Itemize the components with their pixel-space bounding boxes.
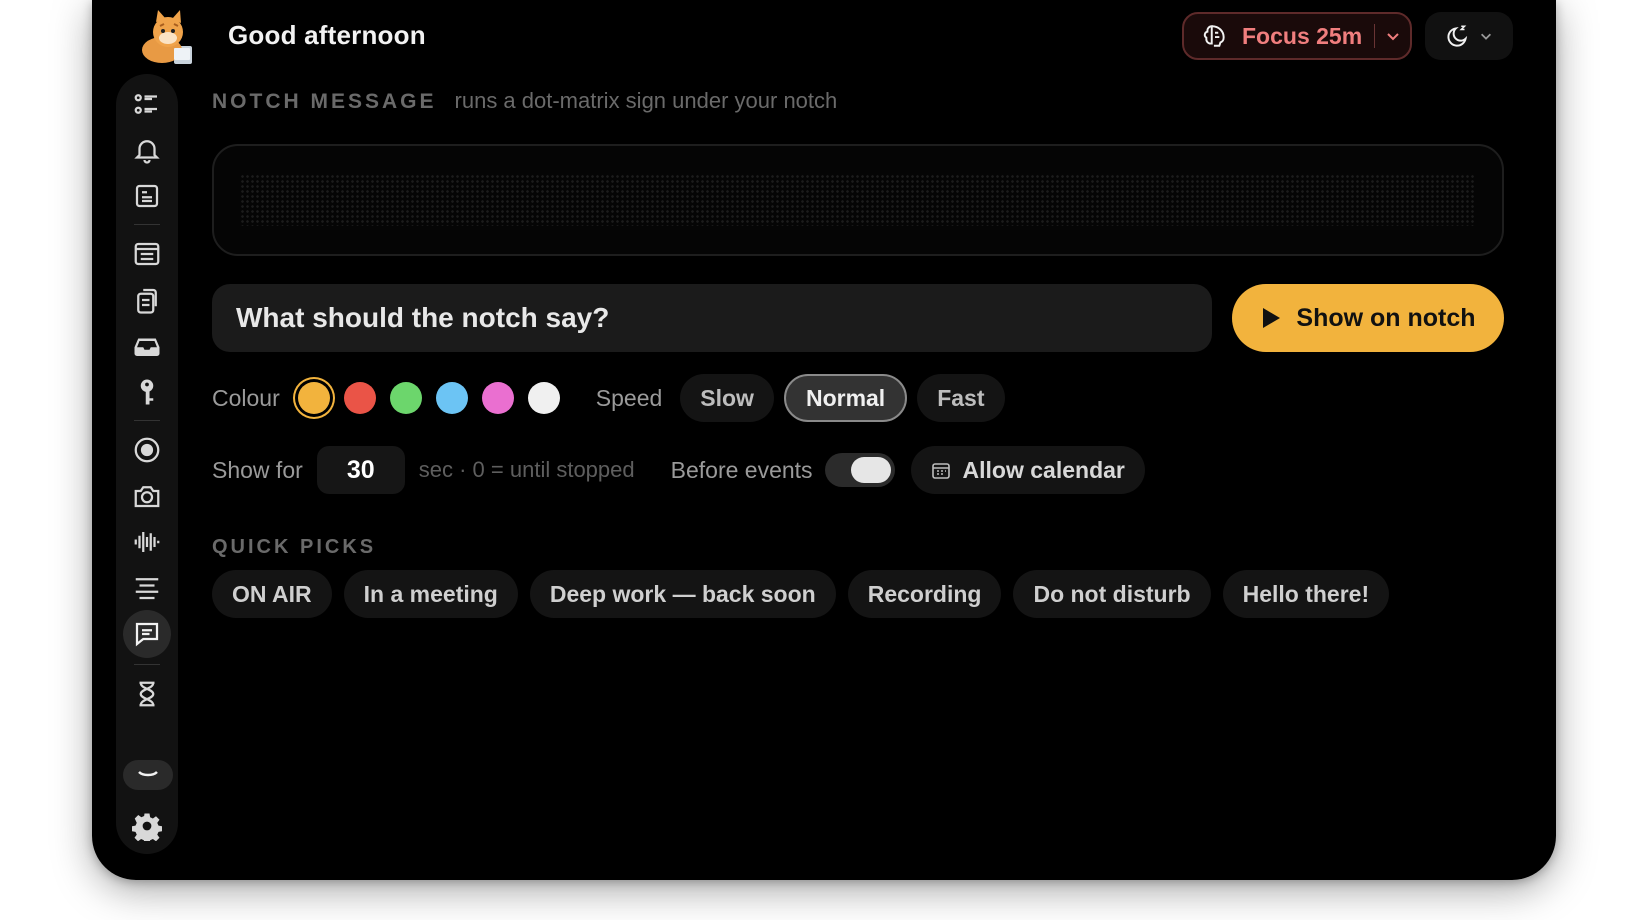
play-icon bbox=[1263, 308, 1281, 328]
sleep-mode-button[interactable] bbox=[1425, 12, 1513, 60]
section-subtitle: runs a dot-matrix sign under your notch bbox=[454, 88, 838, 113]
gear-icon bbox=[132, 813, 162, 841]
allow-calendar-button[interactable]: Allow calendar bbox=[910, 446, 1145, 494]
sidebar-item-keys[interactable] bbox=[123, 368, 171, 416]
section-header: NOTCH MESSAGE runs a dot-matrix sign und… bbox=[212, 88, 837, 114]
list-icon bbox=[134, 94, 157, 114]
hourglass-icon bbox=[139, 681, 155, 707]
divider bbox=[134, 420, 160, 421]
quick-pick-deep-work[interactable]: Deep work — back soon bbox=[529, 570, 836, 618]
colour-label: Colour bbox=[212, 384, 280, 411]
key-icon bbox=[140, 379, 154, 405]
greeting-title: Good afternoon bbox=[228, 20, 426, 50]
sidebar-item-checklist[interactable] bbox=[123, 80, 171, 128]
colour-swatch-red[interactable] bbox=[343, 382, 376, 414]
divider bbox=[134, 224, 160, 225]
show-on-notch-label: Show on notch bbox=[1296, 303, 1476, 332]
dot-matrix-grid bbox=[240, 174, 1476, 226]
quick-pick-on-air[interactable]: ON AIR bbox=[212, 570, 332, 618]
sidebar-item-record[interactable] bbox=[123, 426, 171, 474]
sidebar-item-camera[interactable] bbox=[123, 472, 171, 520]
waveform-icon bbox=[134, 532, 160, 552]
before-events-toggle[interactable] bbox=[824, 453, 895, 487]
quick-pick-hello[interactable]: Hello there! bbox=[1222, 570, 1390, 618]
sidebar-item-settings[interactable] bbox=[123, 802, 171, 850]
section-title: NOTCH MESSAGE bbox=[212, 90, 437, 113]
focus-button[interactable]: Focus 25m bbox=[1182, 12, 1412, 60]
note-icon bbox=[135, 184, 159, 208]
bell-icon bbox=[134, 140, 160, 164]
duration-input[interactable]: 30 bbox=[316, 446, 405, 494]
brain-icon bbox=[1203, 25, 1225, 47]
colour-speed-row: Colour Speed Slow Normal Fast bbox=[212, 374, 1005, 422]
colour-swatch-green[interactable] bbox=[389, 382, 422, 414]
quick-picks-title: QUICK PICKS bbox=[212, 536, 377, 558]
sidebar-item-articles[interactable] bbox=[123, 230, 171, 278]
speed-option-normal[interactable]: Normal bbox=[783, 374, 908, 422]
chevron-down-icon bbox=[1481, 33, 1491, 40]
quick-pick-recording[interactable]: Recording bbox=[847, 570, 1002, 618]
show-for-label: Show for bbox=[212, 456, 303, 483]
moon-icon bbox=[1447, 25, 1468, 47]
cat-avatar-icon bbox=[134, 10, 200, 66]
duration-hint: sec · 0 = until stopped bbox=[418, 457, 635, 482]
collapse-button[interactable] bbox=[123, 760, 173, 790]
sidebar-item-clipboard[interactable] bbox=[123, 276, 171, 324]
message-input[interactable] bbox=[212, 284, 1212, 352]
chevron-down-icon[interactable] bbox=[1385, 28, 1401, 44]
speed-option-slow[interactable]: Slow bbox=[680, 374, 774, 422]
colour-swatch-amber[interactable] bbox=[297, 382, 330, 414]
quick-pick-do-not-disturb[interactable]: Do not disturb bbox=[1013, 570, 1211, 618]
tray-icon bbox=[134, 338, 160, 356]
dot-matrix-preview bbox=[212, 144, 1504, 256]
sidebar-item-text[interactable] bbox=[123, 564, 171, 612]
copy-icon bbox=[137, 288, 157, 314]
before-events-label: Before events bbox=[670, 456, 813, 483]
divider bbox=[134, 664, 160, 665]
sidebar-item-timer[interactable] bbox=[123, 670, 171, 718]
camera-icon bbox=[134, 486, 160, 508]
sidebar-item-notifications[interactable] bbox=[123, 126, 171, 174]
colour-swatch-blue[interactable] bbox=[435, 382, 468, 414]
speed-option-fast[interactable]: Fast bbox=[917, 374, 1005, 422]
sidebar-item-audio[interactable] bbox=[123, 518, 171, 566]
sidebar-item-inbox[interactable] bbox=[123, 322, 171, 370]
show-on-notch-button[interactable]: Show on notch bbox=[1232, 284, 1504, 352]
focus-label: Focus 25m bbox=[1242, 22, 1363, 49]
toggle-knob bbox=[850, 457, 891, 483]
calendar-icon bbox=[931, 463, 950, 479]
allow-calendar-label: Allow calendar bbox=[962, 456, 1125, 483]
record-icon bbox=[134, 437, 160, 463]
chat-icon bbox=[135, 622, 159, 647]
text-lines-icon bbox=[135, 578, 159, 600]
divider bbox=[1374, 24, 1376, 48]
speed-label: Speed bbox=[595, 384, 663, 411]
show-for-row: Show for 30 sec · 0 = until stopped Befo… bbox=[212, 446, 1145, 494]
quick-picks-list: ON AIR In a meeting Deep work — back soo… bbox=[212, 570, 1390, 618]
colour-swatch-pink[interactable] bbox=[481, 382, 514, 414]
sidebar bbox=[116, 74, 178, 854]
app-window: Good afternoon Focus 25m NOTCH MESSAGE r… bbox=[92, 0, 1556, 880]
colour-swatch-white[interactable] bbox=[527, 382, 560, 414]
document-icon bbox=[134, 242, 160, 266]
quick-pick-in-meeting[interactable]: In a meeting bbox=[343, 570, 518, 618]
chevron-down-icon bbox=[138, 771, 158, 777]
sidebar-item-message[interactable] bbox=[123, 610, 171, 658]
sidebar-item-notes[interactable] bbox=[123, 172, 171, 220]
